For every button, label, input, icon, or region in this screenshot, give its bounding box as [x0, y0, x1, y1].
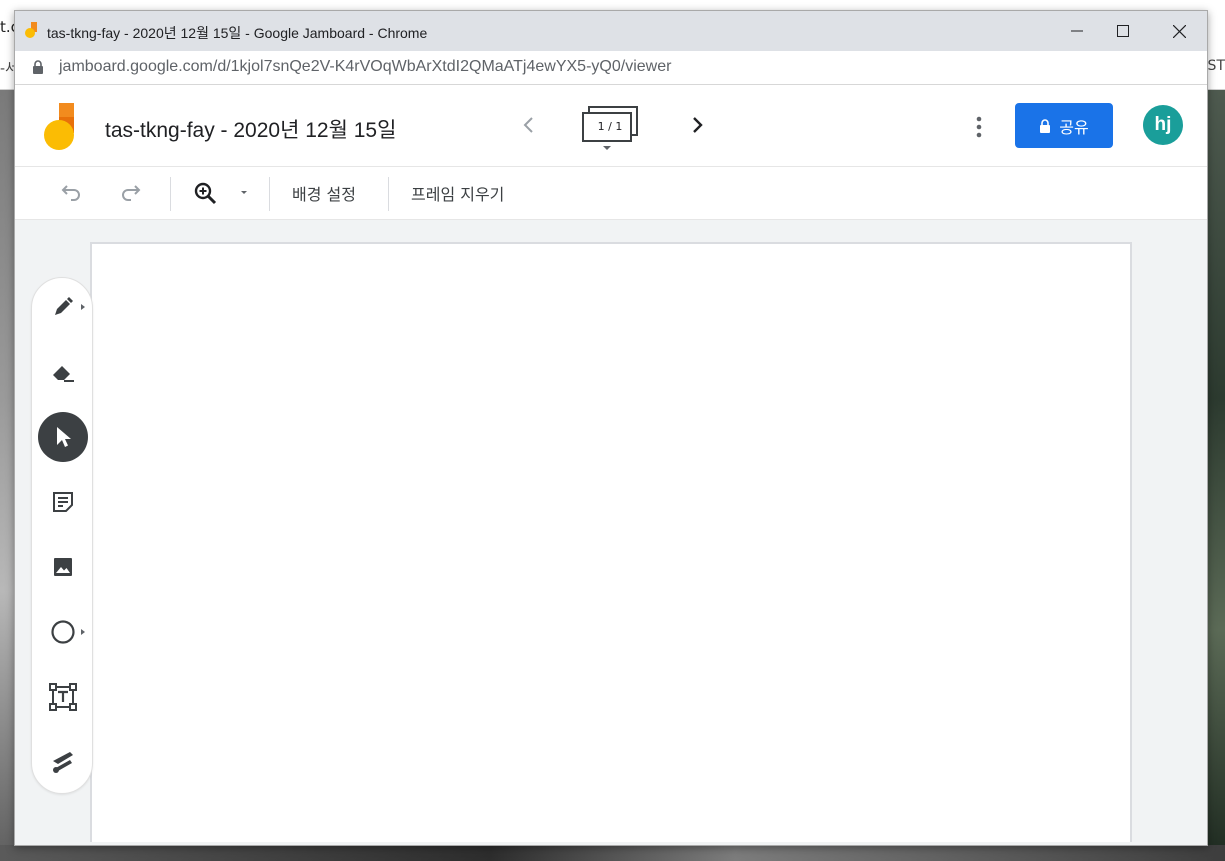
maximize-icon — [1117, 25, 1129, 37]
account-avatar[interactable]: hj — [1143, 105, 1183, 145]
image-icon — [54, 558, 72, 576]
laser-icon — [53, 752, 73, 773]
chevron-right-icon — [81, 629, 85, 635]
eraser-icon — [53, 366, 74, 382]
jamboard-logo-icon[interactable] — [43, 103, 77, 151]
tool-rail — [31, 277, 93, 794]
set-background-button[interactable]: 배경 설정 — [292, 181, 356, 205]
sticky-note-tool[interactable] — [38, 477, 88, 527]
jamboard-favicon-icon — [25, 22, 37, 38]
toolbar-divider — [388, 177, 389, 211]
url-text[interactable]: jamboard.google.com/d/1kjol7snQe2V-K4rVO… — [59, 58, 671, 76]
eraser-tool[interactable] — [38, 347, 88, 397]
laser-tool[interactable] — [38, 737, 88, 787]
document-title[interactable]: tas-tkng-fay - 2020년 12월 15일 — [105, 114, 396, 144]
frame-counter: 1 / 1 — [597, 120, 623, 133]
previous-frame-icon[interactable] — [517, 113, 541, 137]
next-frame-icon[interactable] — [685, 113, 709, 137]
image-tool[interactable] — [38, 542, 88, 592]
pen-icon — [55, 297, 73, 315]
shape-tool[interactable] — [38, 607, 88, 657]
pen-tool[interactable] — [38, 282, 88, 332]
desktop-wallpaper-right — [1205, 90, 1225, 861]
toolbar-divider — [170, 177, 171, 211]
lock-icon — [1040, 118, 1051, 133]
close-icon — [1172, 24, 1186, 38]
jam-canvas[interactable] — [90, 242, 1132, 842]
minimize-icon — [1071, 30, 1083, 32]
workspace — [15, 220, 1207, 845]
lock-icon[interactable] — [32, 60, 44, 75]
window-title: tas-tkng-fay - 2020년 12월 15일 - Google Ja… — [47, 25, 428, 41]
share-button[interactable]: 공유 — [1015, 103, 1113, 148]
text-box-tool[interactable] — [38, 672, 88, 722]
maximize-button[interactable] — [1095, 11, 1151, 51]
redo-icon[interactable] — [119, 181, 143, 205]
desktop-wallpaper-bottom — [0, 845, 1225, 861]
zoom-in-icon[interactable] — [193, 181, 217, 205]
more-options-icon[interactable] — [969, 115, 989, 139]
app-header: tas-tkng-fay - 2020년 12월 15일 1 / 1 공유 hj — [15, 85, 1207, 167]
text-box-icon — [49, 683, 77, 711]
zoom-dropdown-icon[interactable] — [239, 189, 249, 197]
browser-window: tas-tkng-fay - 2020년 12월 15일 - Google Ja… — [14, 10, 1208, 846]
circle-icon — [51, 620, 75, 644]
clear-frame-button[interactable]: 프레임 지우기 — [411, 181, 504, 205]
sticky-note-icon — [53, 492, 73, 512]
chevron-right-icon — [81, 304, 85, 310]
close-button[interactable] — [1151, 11, 1207, 51]
undo-icon[interactable] — [59, 181, 83, 205]
address-bar[interactable]: jamboard.google.com/d/1kjol7snQe2V-K4rVO… — [15, 51, 1207, 85]
toolbar: 배경 설정 프레임 지우기 — [15, 167, 1207, 220]
select-tool[interactable] — [38, 412, 88, 462]
select-arrow-icon — [57, 427, 71, 447]
share-label: 공유 — [1059, 117, 1089, 137]
toolbar-divider — [269, 177, 270, 211]
title-bar[interactable]: tas-tkng-fay - 2020년 12월 15일 - Google Ja… — [15, 11, 1207, 51]
